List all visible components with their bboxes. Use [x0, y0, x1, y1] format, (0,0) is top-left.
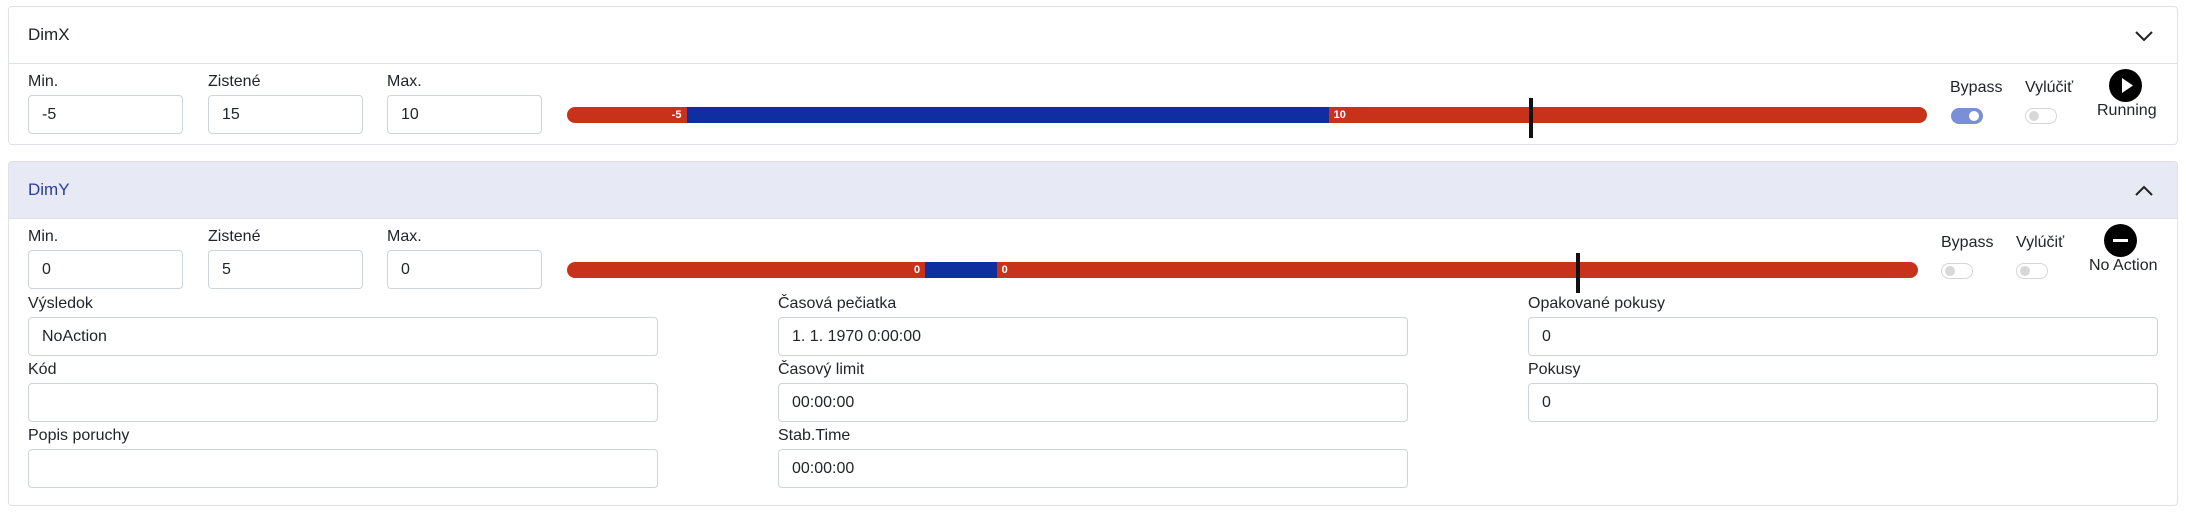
chevron-up-icon[interactable] — [2133, 180, 2155, 202]
dimx-range-start-label: -5 — [671, 109, 682, 121]
dimy-range-end-label: 0 — [1001, 264, 1008, 276]
minus-circle-icon — [2104, 224, 2137, 257]
attempts-field[interactable] — [1528, 383, 2158, 422]
dimy-measured-label: Zistené — [208, 228, 261, 245]
dimy-panel: DimY Min. Zistené Max. 0 0 Bypass Vylúči… — [8, 161, 2178, 506]
result-label: Výsledok — [28, 295, 93, 312]
dimy-min-label: Min. — [28, 228, 59, 245]
dimx-min-input[interactable] — [28, 95, 183, 134]
dimx-measured-input[interactable] — [208, 95, 363, 134]
result-field[interactable] — [28, 317, 658, 356]
dimy-value-marker — [1575, 253, 1580, 293]
dimy-panel-header[interactable]: DimY — [9, 162, 2177, 219]
dimy-range-inner — [925, 262, 997, 278]
dimy-status-text: No Action — [2089, 257, 2158, 274]
dimx-exclude-label: Vylúčiť — [2025, 79, 2074, 96]
dimx-value-marker — [1529, 98, 1534, 138]
dimy-bypass-toggle[interactable] — [1941, 263, 1973, 279]
dimy-exclude-label: Vylúčiť — [2016, 234, 2065, 251]
chevron-down-icon[interactable] — [2133, 25, 2155, 47]
dimx-bypass-toggle[interactable] — [1951, 108, 1983, 124]
dimy-max-label: Max. — [387, 228, 422, 245]
dimx-panel-header[interactable]: DimX — [9, 7, 2177, 64]
dimx-range-bar: -5 10 — [567, 107, 1927, 123]
dimy-range-bar: 0 0 — [567, 262, 1918, 278]
dimx-range-end-label: 10 — [1333, 109, 1346, 121]
dimx-max-label: Max. — [387, 73, 422, 90]
retries-field[interactable] — [1528, 317, 2158, 356]
attempts-label: Pokusy — [1528, 361, 1581, 378]
code-field[interactable] — [28, 383, 658, 422]
dimx-status-text: Running — [2097, 102, 2157, 119]
dimx-exclude-toggle[interactable] — [2025, 108, 2057, 124]
dimy-range-start-label: 0 — [914, 264, 921, 276]
dimy-exclude-toggle[interactable] — [2016, 263, 2048, 279]
stab-time-label: Stab.Time — [778, 427, 851, 444]
dimx-min-label: Min. — [28, 73, 59, 90]
timestamp-label: Časová pečiatka — [778, 295, 897, 312]
dimx-measured-label: Zistené — [208, 73, 261, 90]
dimx-panel: DimX Min. Zistené Max. -5 10 Bypass Vylú… — [8, 6, 2178, 145]
dimy-measured-input[interactable] — [208, 250, 363, 289]
play-circle-icon — [2109, 69, 2142, 102]
timeout-label: Časový limit — [778, 361, 865, 378]
timestamp-field[interactable] — [778, 317, 1408, 356]
stab-time-field[interactable] — [778, 449, 1408, 488]
dimy-bypass-label: Bypass — [1941, 234, 1994, 251]
timeout-field[interactable] — [778, 383, 1408, 422]
fault-description-label: Popis poruchy — [28, 427, 130, 444]
dimx-range-inner — [686, 107, 1329, 123]
code-label: Kód — [28, 361, 57, 378]
dimy-title: DimY — [28, 180, 70, 199]
retries-label: Opakované pokusy — [1528, 295, 1665, 312]
dimy-max-input[interactable] — [387, 250, 542, 289]
dimx-max-input[interactable] — [387, 95, 542, 134]
dimx-bypass-label: Bypass — [1950, 79, 2003, 96]
dimy-min-input[interactable] — [28, 250, 183, 289]
dimx-title: DimX — [28, 25, 70, 44]
fault-description-field[interactable] — [28, 449, 658, 488]
